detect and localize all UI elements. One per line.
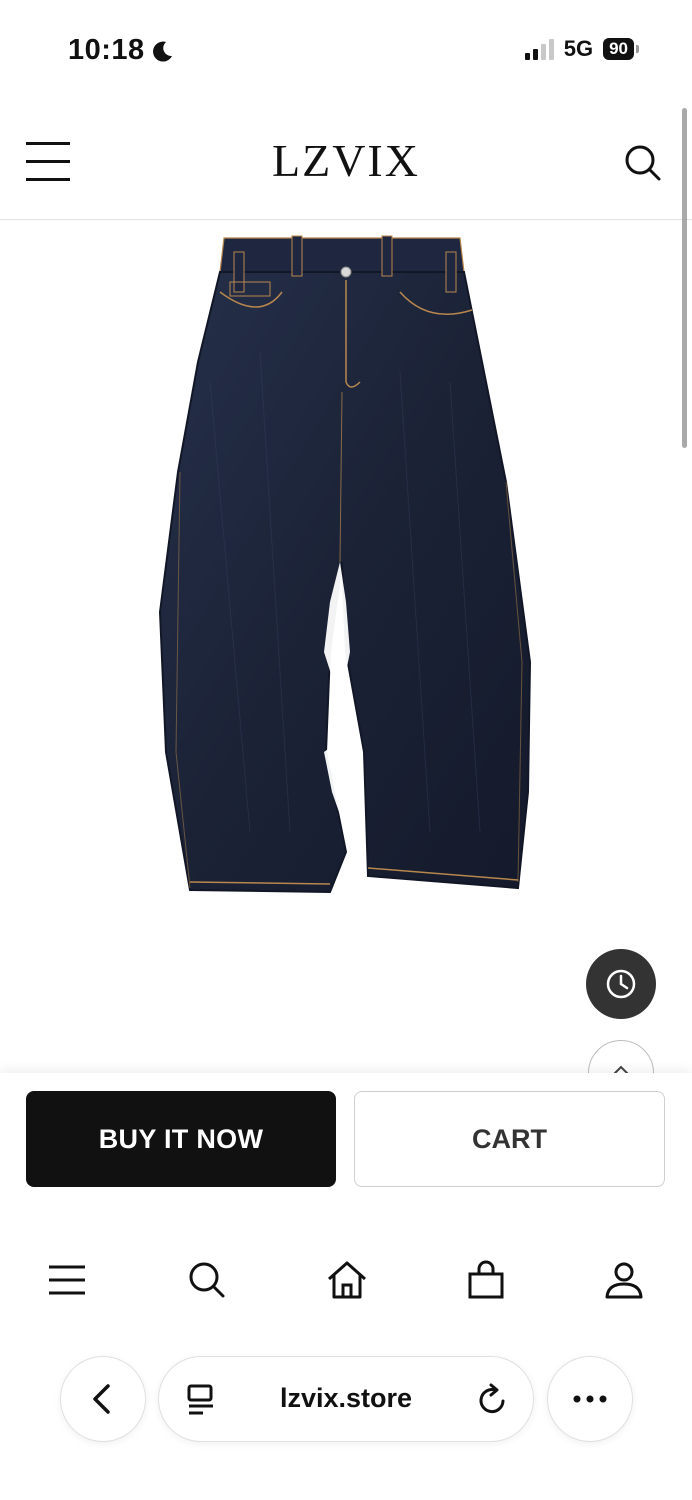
bottom-nav-menu[interactable] bbox=[45, 1258, 89, 1302]
buy-now-button[interactable]: BUY IT NOW bbox=[26, 1091, 336, 1187]
signal-icon bbox=[524, 38, 554, 60]
bottom-nav bbox=[0, 1258, 692, 1308]
status-bar: 10:18 5G 90 bbox=[0, 0, 692, 100]
back-icon bbox=[93, 1384, 110, 1414]
bottom-nav-account[interactable] bbox=[602, 1258, 646, 1302]
site-header: LZVIX bbox=[0, 100, 692, 220]
battery-icon: 90 bbox=[603, 38, 639, 60]
recent-view-button[interactable] bbox=[586, 949, 656, 1019]
bottom-nav-search[interactable] bbox=[185, 1258, 229, 1302]
scrollbar[interactable] bbox=[682, 108, 687, 448]
search-icon bbox=[189, 1262, 225, 1298]
add-to-cart-button[interactable]: CART bbox=[354, 1091, 665, 1187]
menu-icon bbox=[49, 1265, 85, 1295]
browser-more-button[interactable] bbox=[547, 1356, 633, 1442]
network-label: 5G bbox=[563, 36, 594, 61]
purchase-action-bar: BUY IT NOW CART bbox=[0, 1073, 692, 1223]
browser-toolbar: lzvix.store bbox=[0, 1356, 692, 1446]
home-icon bbox=[328, 1261, 366, 1299]
status-indicators: 5G 90 bbox=[524, 36, 639, 62]
browser-back-button[interactable] bbox=[60, 1356, 146, 1442]
moon-icon bbox=[152, 41, 172, 62]
bottom-nav-home[interactable] bbox=[325, 1258, 369, 1302]
reload-icon[interactable] bbox=[477, 1383, 509, 1417]
time-text: 10:18 bbox=[68, 34, 145, 66]
bag-icon bbox=[468, 1260, 504, 1299]
address-bar[interactable]: lzvix.store bbox=[158, 1356, 534, 1442]
search-icon[interactable] bbox=[624, 144, 662, 182]
bottom-nav-cart[interactable] bbox=[464, 1258, 508, 1302]
product-image[interactable] bbox=[150, 232, 542, 898]
status-time: 10:18 bbox=[68, 34, 175, 67]
recent-view-icon bbox=[606, 969, 636, 999]
site-logo[interactable]: LZVIX bbox=[0, 134, 692, 187]
user-icon bbox=[605, 1262, 643, 1299]
more-icon bbox=[573, 1395, 607, 1403]
